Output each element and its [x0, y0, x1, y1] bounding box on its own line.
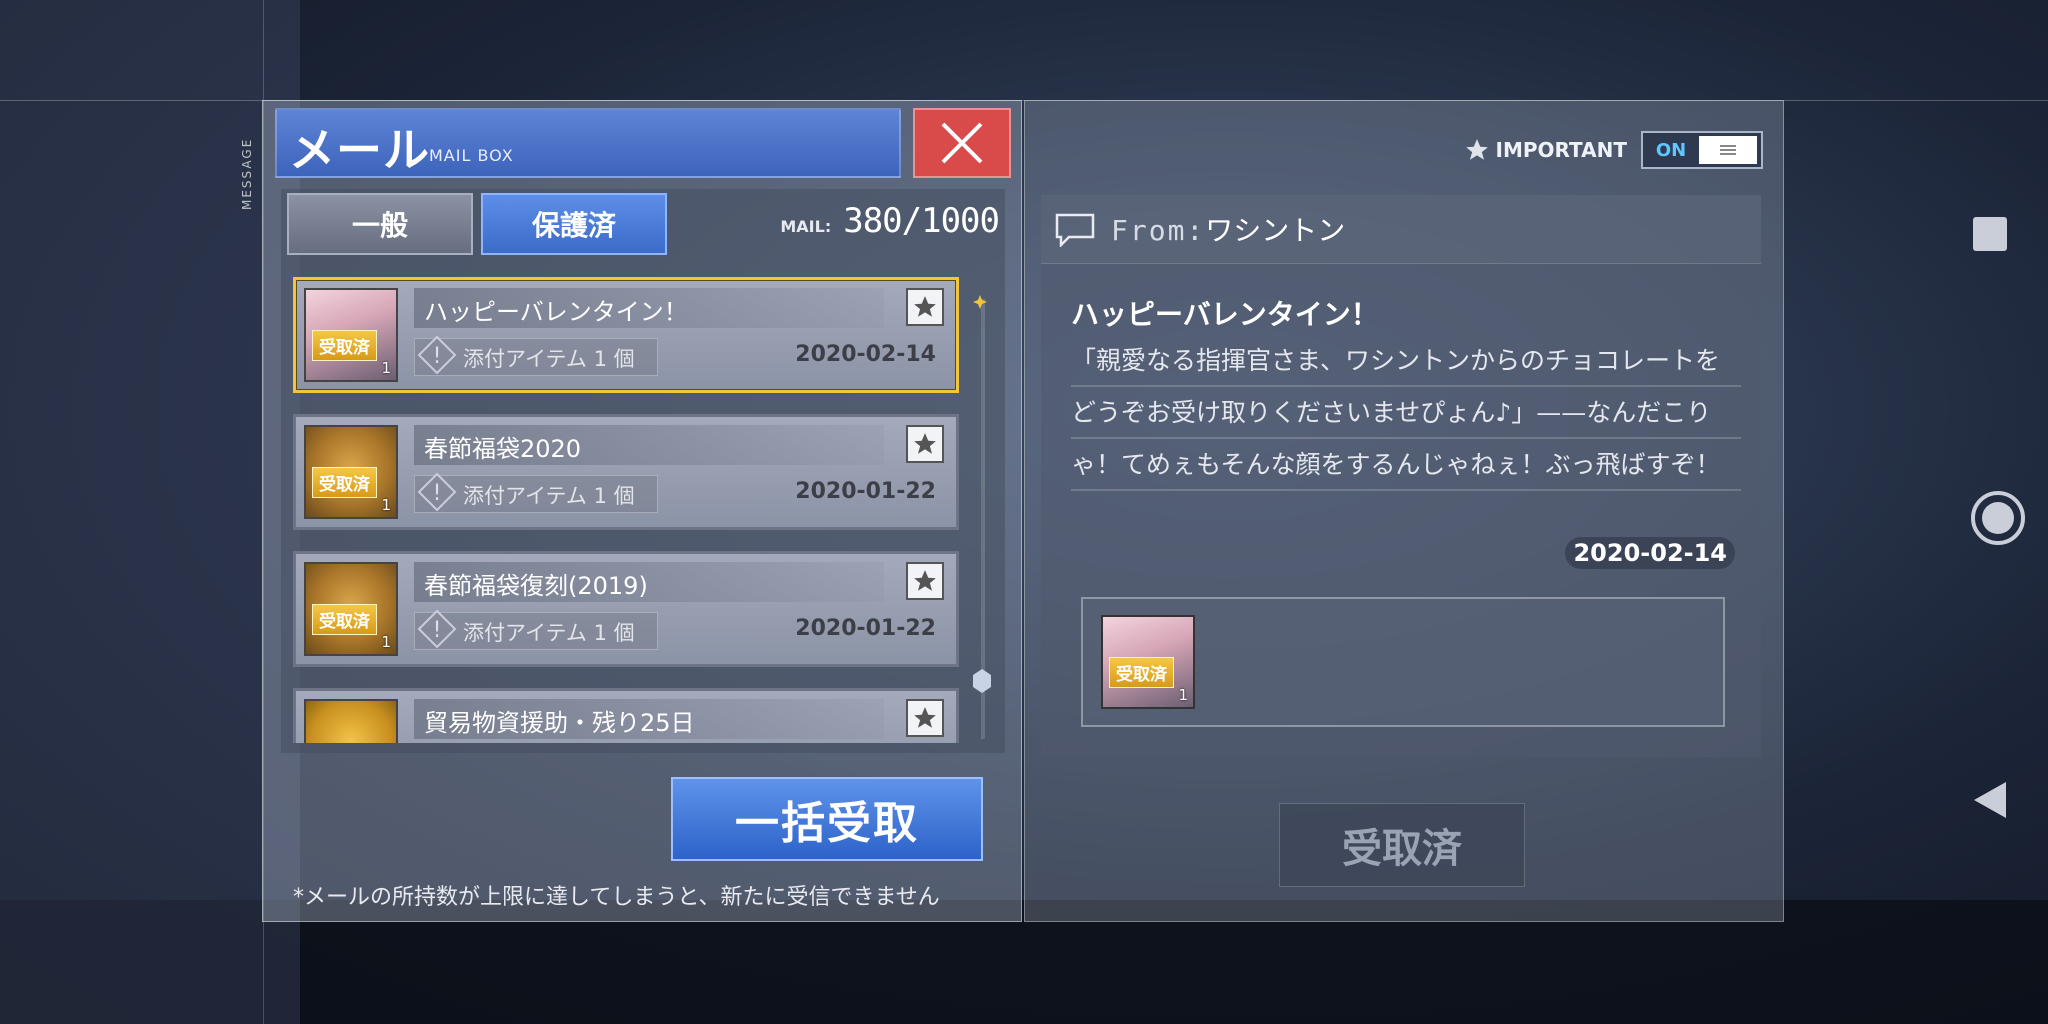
important-toggle[interactable]: ON: [1641, 131, 1763, 169]
exclamation-icon: !: [417, 609, 457, 649]
mail-title: ハッピーバレンタイン！: [424, 298, 688, 326]
star-icon: [914, 707, 936, 728]
toggle-state: ON: [1655, 139, 1687, 161]
scroll-thumb[interactable]: [973, 669, 991, 693]
sparkle-icon: [973, 295, 987, 309]
back-button[interactable]: [1968, 778, 2012, 822]
recent-apps-button[interactable]: [1968, 212, 2012, 256]
message-date: 2020-02-14: [1565, 537, 1735, 569]
scrollbar[interactable]: [973, 299, 991, 739]
mailbox-title-bar: メール MAIL BOX: [275, 108, 901, 178]
home-button[interactable]: [1968, 488, 2028, 548]
star-button[interactable]: [906, 425, 944, 463]
mail-item[interactable]: 受取済 1 春節福袋2020 ! 添付アイテム 1 個 2020-01-22: [293, 414, 959, 530]
mail-list-frame: 一般 保護済 MAIL: 380/1000 受取済 1 ハッピーバレンタイン！: [281, 189, 1005, 753]
attachment-area: 受取済 1: [1081, 597, 1725, 727]
mail-title: 春節福袋復刻(2019): [424, 572, 648, 600]
mail-date: 2020-01-22: [795, 479, 936, 504]
mail-date: 2020-01-22: [795, 616, 936, 641]
important-filter: IMPORTANT ON: [1464, 131, 1763, 169]
mail-title-bar: 春節福袋2020: [414, 425, 884, 465]
exclamation-icon: !: [417, 472, 457, 512]
received-badge: 受取済: [312, 604, 377, 635]
mail-item[interactable]: 受取済 1 春節福袋復刻(2019) ! 添付アイテム 1 個 2020-01-…: [293, 551, 959, 667]
star-icon: [914, 296, 936, 317]
toggle-knob: [1699, 136, 1757, 164]
star-icon: [1465, 139, 1488, 160]
mail-detail-panel: IMPORTANT ON From:ワシントン ハッピーバレンタイン！ 「親愛な…: [1024, 100, 1784, 922]
attachment-info: ! 添付アイテム 1 個: [414, 335, 658, 376]
mail-title: 貿易物資援助・残り25日: [424, 709, 695, 737]
received-badge: 受取済: [1109, 657, 1174, 688]
svg-text:!: !: [433, 618, 442, 643]
attachment-thumbnail[interactable]: 受取済 1: [1101, 615, 1195, 709]
star-button[interactable]: [906, 699, 944, 737]
attachment-text: 添付アイテム 1 個: [463, 484, 635, 508]
mail-title-bar: 貿易物資援助・残り25日: [414, 699, 884, 739]
mail-title-bar: ハッピーバレンタイン！: [414, 288, 884, 328]
tab-protected[interactable]: 保護済: [481, 193, 667, 255]
received-button[interactable]: 受取済: [1279, 803, 1525, 887]
item-quantity: 1: [381, 359, 391, 377]
received-badge: 受取済: [312, 467, 377, 498]
star-icon: [914, 433, 936, 454]
mail-item[interactable]: 貿易物資援助・残り25日: [293, 688, 959, 743]
attachment-info: ! 添付アイテム 1 個: [414, 609, 658, 650]
close-button[interactable]: [913, 108, 1011, 178]
svg-text:!: !: [433, 481, 442, 506]
from-label: From:: [1111, 214, 1206, 247]
message-card: From:ワシントン ハッピーバレンタイン！ 「親愛なる指揮官さま、ワシントンか…: [1041, 195, 1761, 757]
close-icon: [941, 122, 983, 164]
item-quantity: 1: [381, 633, 391, 651]
side-tag: MESSAGE: [240, 137, 254, 210]
coin-thumbnail: [304, 699, 398, 743]
lucky-bag-thumbnail: 受取済 1: [304, 425, 398, 519]
triangle-back-icon: [1974, 782, 2006, 818]
speech-bubble-icon: [1055, 213, 1095, 247]
attachment-text: 添付アイテム 1 個: [463, 347, 635, 371]
item-quantity: 1: [1178, 686, 1188, 704]
mailbox-subtitle: MAIL BOX: [429, 146, 514, 165]
attachment-text: 添付アイテム 1 個: [463, 621, 635, 645]
sender-bar: From:ワシントン: [1041, 195, 1761, 264]
mailbox-footnote: *メールの所持数が上限に達してしまうと、新たに受信できません: [293, 885, 940, 910]
important-text: IMPORTANT: [1495, 138, 1627, 162]
item-quantity: 1: [381, 496, 391, 514]
lucky-bag-thumbnail: 受取済 1: [304, 562, 398, 656]
circle-icon: [1971, 491, 2025, 545]
menu-lines-icon: [1720, 145, 1736, 155]
mailbox-panel: メール MAIL BOX 一般 保護済 MAIL: 380/1000 受取済 1…: [262, 100, 1022, 922]
attachment-info: ! 添付アイテム 1 個: [414, 472, 658, 513]
mail-counter-value: 380/1000: [843, 201, 1000, 241]
received-badge: 受取済: [312, 330, 377, 361]
mailbox-title: メール: [289, 123, 430, 177]
mail-list[interactable]: 受取済 1 ハッピーバレンタイン！ ! 添付アイテム 1 個 2020-02-1…: [291, 277, 961, 743]
claim-all-button[interactable]: 一括受取: [671, 777, 983, 861]
mail-counter: MAIL: 380/1000: [780, 201, 1000, 241]
sender-name: ワシントン: [1205, 214, 1346, 247]
star-icon: [914, 570, 936, 591]
tab-general[interactable]: 一般: [287, 193, 473, 255]
star-button[interactable]: [906, 288, 944, 326]
mail-title-bar: 春節福袋復刻(2019): [414, 562, 884, 602]
star-button[interactable]: [906, 562, 944, 600]
mail-title: 春節福袋2020: [424, 435, 582, 463]
square-icon: [1973, 217, 2007, 251]
exclamation-icon: !: [417, 335, 457, 375]
mail-item[interactable]: 受取済 1 ハッピーバレンタイン！ ! 添付アイテム 1 個 2020-02-1…: [293, 277, 959, 393]
mail-counter-label: MAIL:: [780, 217, 832, 236]
svg-text:!: !: [433, 344, 442, 369]
message-body: 「親愛なる指揮官さま、ワシントンからのチョコレートをどうぞお受け取りくださいませ…: [1071, 335, 1741, 491]
important-label: IMPORTANT: [1464, 137, 1627, 163]
sender: From:ワシントン: [1111, 209, 1345, 249]
message-title: ハッピーバレンタイン！: [1071, 298, 1379, 331]
character-thumbnail: 受取済 1: [304, 288, 398, 382]
mail-date: 2020-02-14: [795, 342, 936, 367]
